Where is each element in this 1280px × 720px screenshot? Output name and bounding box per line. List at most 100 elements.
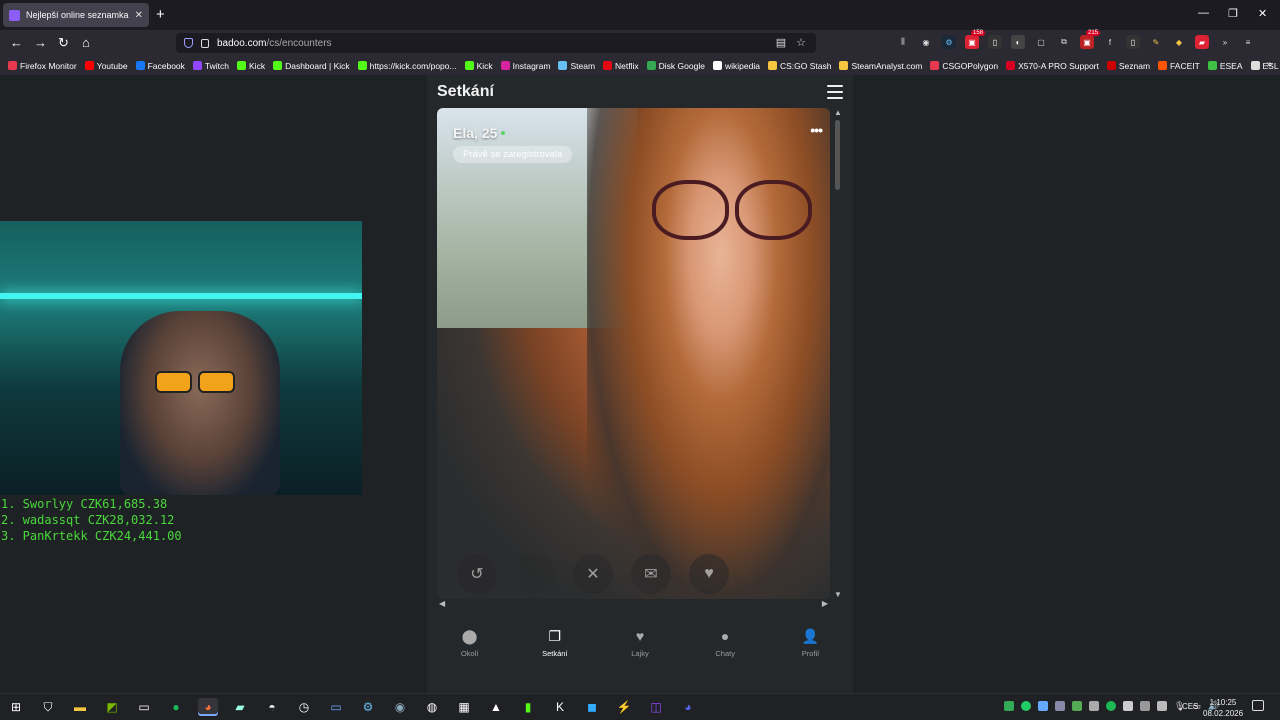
reload-icon[interactable]: ↻ (58, 35, 69, 51)
discord-icon[interactable]: ◕ (678, 698, 698, 716)
bookmark-item[interactable]: Dashboard | Kick (273, 61, 350, 71)
bookmark-item[interactable]: Firefox Monitor (8, 61, 77, 71)
nav-item-chaty[interactable]: ● Chaty (695, 628, 755, 658)
scroll-left-icon[interactable]: ◀ (439, 599, 445, 608)
extension-frame-icon[interactable]: ▢ (1034, 35, 1048, 49)
obs-icon[interactable]: ◍ (422, 698, 442, 716)
reader-view-icon[interactable]: ▤ (776, 36, 786, 49)
monitor-app-icon[interactable]: ▭ (326, 698, 346, 716)
start-windows-icon[interactable]: ⊞ (6, 698, 26, 716)
bookmark-item[interactable]: Disk Google (646, 61, 705, 71)
shield-app-icon[interactable]: ⛉ (38, 698, 58, 716)
bookmark-item[interactable]: Kick (237, 61, 265, 71)
library-icon[interactable]: ⫼ (896, 35, 910, 49)
extension-f-icon[interactable]: f (1103, 35, 1117, 49)
home-icon[interactable]: ⌂ (82, 35, 90, 50)
tray-icon[interactable] (1038, 701, 1048, 711)
minimize-button[interactable]: — (1198, 7, 1209, 19)
spotify-icon[interactable]: ● (166, 698, 186, 716)
bookmark-item[interactable]: FACEIT (1158, 61, 1200, 71)
extension-shield-icon[interactable]: ◆ (1172, 35, 1186, 49)
profile-card[interactable]: Ela, 25 Právě se zaregistrovala ••• ↺ ✕ … (437, 108, 830, 599)
nav-item-setkání[interactable]: ❐ Setkání (525, 628, 585, 658)
tray-icon[interactable] (1123, 701, 1133, 711)
bookmark-item[interactable]: ESL (1250, 61, 1279, 71)
extension-with-badge-2-icon[interactable]: ▣ 215 (1080, 30, 1100, 49)
horizontal-scrollbar[interactable]: ◀ ▶ (437, 599, 830, 609)
bookmark-item[interactable]: Netflix (603, 61, 639, 71)
address-bar[interactable]: badoo.com/cs/encounters ▤ ☆ (176, 33, 816, 53)
account-icon[interactable]: ◉ (919, 35, 933, 49)
extension-icon[interactable]: ▯ (988, 35, 1002, 49)
scroll-up-icon[interactable]: ▲ (834, 108, 842, 117)
nav-item-profil[interactable]: 👤 Profil (780, 628, 840, 658)
firefox-icon[interactable]: ◕ (198, 698, 218, 716)
steam-extension-icon[interactable]: ⚙ (942, 35, 956, 49)
message-button[interactable]: ✉ (631, 554, 671, 594)
extension-mask-icon[interactable]: ◐ (1011, 35, 1025, 49)
extension-yellow-icon[interactable]: ✎ (1149, 35, 1163, 49)
circle-app-icon[interactable]: ◉ (390, 698, 410, 716)
tray-icon[interactable] (1106, 701, 1116, 711)
bookmark-star-icon[interactable]: ☆ (796, 36, 806, 49)
scroll-thumb[interactable] (835, 120, 840, 190)
like-button[interactable]: ♥ (689, 554, 729, 594)
extensions-puzzle-icon[interactable]: ⧉ (1057, 35, 1071, 49)
extension-red-icon[interactable]: ▰ (1195, 35, 1209, 49)
bookmark-item[interactable]: Facebook (135, 61, 185, 71)
back-arrow-icon[interactable]: ← (10, 35, 23, 50)
tray-icon[interactable] (1072, 701, 1082, 711)
bookmark-item[interactable]: Twitch (192, 61, 229, 71)
scroll-down-icon[interactable]: ▼ (834, 590, 842, 599)
bookmark-item[interactable]: Seznam (1106, 61, 1150, 71)
bookmark-item[interactable]: Instagram (500, 61, 550, 71)
calculator-icon[interactable]: ▦ (454, 698, 474, 716)
bookmark-item[interactable]: https://kick.com/popo... (357, 61, 457, 71)
app-helmet-icon[interactable]: ◓ (262, 698, 282, 716)
terminal-icon[interactable]: ▭ (134, 698, 154, 716)
scroll-right-icon[interactable]: ▶ (822, 599, 828, 608)
forward-arrow-icon[interactable]: → (34, 35, 47, 50)
extension-2-icon[interactable]: ▯ (1126, 35, 1140, 49)
browser-tab[interactable]: Nejlepší online seznamka zdarma ✕ (3, 3, 149, 27)
bookmark-item[interactable]: ESEA (1207, 61, 1243, 71)
tray-icon[interactable] (1140, 701, 1150, 711)
notification-icon[interactable] (1252, 700, 1264, 711)
language-indicator[interactable]: CES (1182, 702, 1198, 711)
menu-hamburger-icon[interactable]: ≡ (1241, 35, 1255, 49)
twitch-icon[interactable]: ◫ (646, 698, 666, 716)
kick-k-icon[interactable]: K (550, 698, 570, 716)
tray-icon[interactable] (1004, 701, 1014, 711)
tracking-protection-shield-icon[interactable] (184, 38, 193, 48)
bookmark-item[interactable]: CS:GO Stash (767, 61, 831, 71)
bookmark-item[interactable]: Kick (464, 61, 493, 71)
bookmark-item[interactable]: Youtube (84, 61, 128, 71)
close-window-button[interactable]: ✕ (1258, 7, 1267, 20)
dislike-button[interactable]: ✕ (573, 554, 613, 594)
kick-green-icon[interactable]: ▮ (518, 698, 538, 716)
lock-icon[interactable] (201, 38, 209, 48)
new-tab-button[interactable]: + (156, 6, 165, 23)
nvidia-icon[interactable]: ◩ (102, 698, 122, 716)
red-app-icon[interactable]: ⚡ (614, 698, 634, 716)
tray-icon[interactable] (1055, 701, 1065, 711)
tray-icon[interactable] (1021, 701, 1031, 711)
tray-icon[interactable] (1157, 701, 1167, 711)
rewind-button[interactable]: ↺ (457, 554, 497, 594)
nav-item-okolí[interactable]: ⬤ Okolí (440, 628, 500, 658)
nav-item-lajky[interactable]: ♥ Lajky (610, 628, 670, 658)
restore-button[interactable]: ❐ (1228, 7, 1238, 20)
filter-sliders-icon[interactable] (827, 85, 843, 99)
blue-app-icon[interactable]: ◼ (582, 698, 602, 716)
overflow-chevron-icon[interactable]: » (1218, 35, 1232, 49)
file-explorer-icon[interactable]: ▬ (70, 698, 90, 716)
bookmark-item[interactable]: Steam (558, 61, 595, 71)
steam-icon[interactable]: ⚙ (358, 698, 378, 716)
app-a-icon[interactable]: ▲ (486, 698, 506, 716)
close-tab-icon[interactable]: ✕ (135, 10, 143, 21)
more-options-icon[interactable]: ••• (810, 122, 823, 138)
tray-icon[interactable] (1089, 701, 1099, 711)
bookmark-item[interactable]: X570-A PRO Support (1006, 61, 1099, 71)
extension-with-badge-icon[interactable]: ▣ 158 (965, 30, 985, 49)
bookmark-item[interactable]: CSGOPolygon (930, 61, 998, 71)
